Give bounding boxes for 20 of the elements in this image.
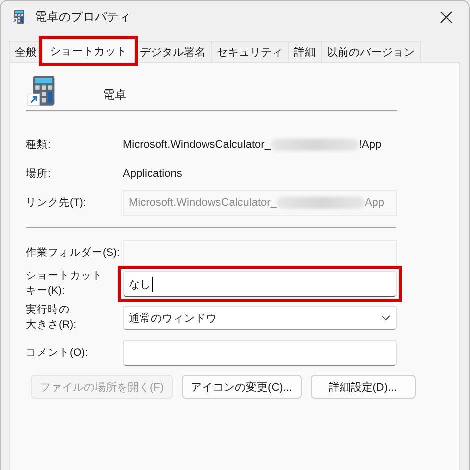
field-label: 実行時の	[26, 303, 70, 318]
field-label: 大きさ(R):	[26, 318, 76, 333]
field-label: 作業フォルダー(S):	[26, 246, 120, 260]
field-label: コメント(O):	[26, 346, 88, 360]
field-label: ショートカット	[26, 269, 103, 284]
field-value: Microsoft.WindowsCalculator_	[123, 139, 271, 151]
field-value: Applications	[123, 168, 182, 180]
app-name: 電卓	[103, 86, 127, 104]
tab[interactable]: 以前のバージョン	[321, 41, 421, 62]
field-label: キー(K):	[26, 284, 65, 299]
field-value: !App	[358, 139, 382, 151]
window-title: 電卓のプロパティ	[35, 8, 132, 26]
input-field[interactable]: なし	[123, 271, 397, 297]
field-label: 場所:	[26, 166, 51, 182]
dropdown[interactable]: 通常のウィンドウ	[123, 306, 397, 330]
dialog-button[interactable]: アイコンの変更(C)...	[182, 375, 302, 399]
field-label: リンク先(T):	[26, 196, 86, 210]
dialog-button[interactable]: 詳細設定(D)...	[310, 375, 416, 399]
tab[interactable]: ショートカット	[42, 39, 135, 63]
field-label: 種類:	[26, 138, 51, 152]
